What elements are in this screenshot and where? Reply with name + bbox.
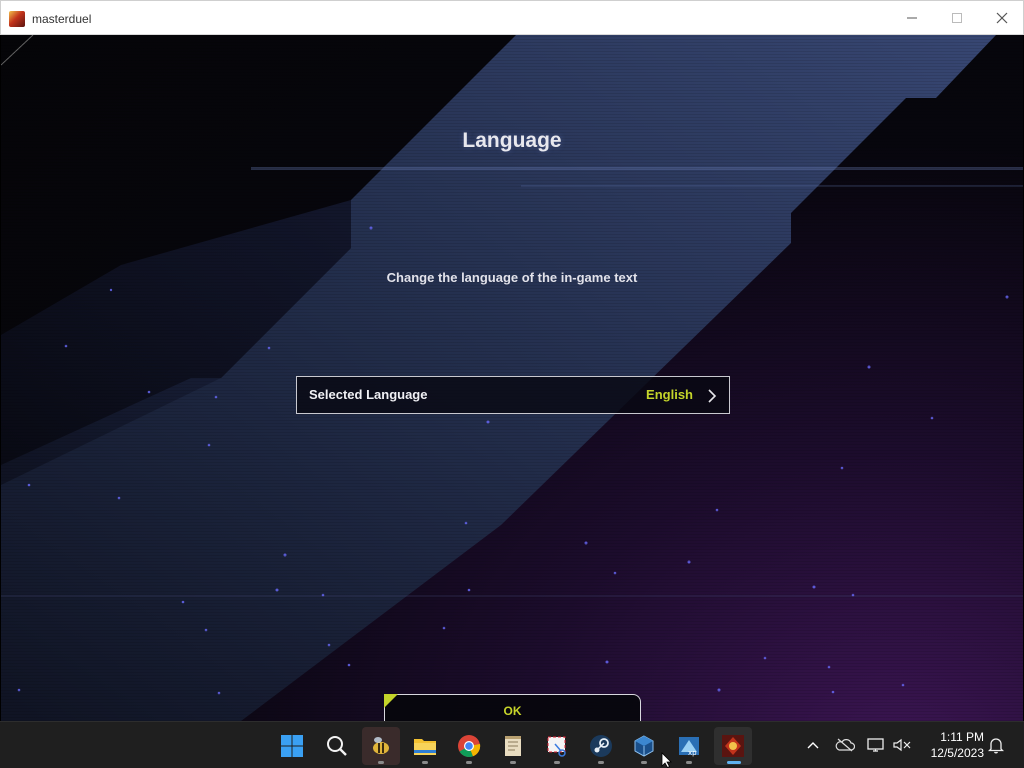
maximize-button[interactable] — [934, 1, 980, 35]
volume-muted-icon — [893, 738, 911, 752]
tray-overflow-button[interactable] — [802, 734, 824, 756]
mouse-cursor-icon — [661, 752, 672, 768]
game-viewport: Language Change the language of the in-g… — [1, 35, 1023, 721]
running-indicator — [422, 761, 428, 764]
taskbar-search-button[interactable] — [318, 727, 356, 765]
taskbar-app-masterduel[interactable] — [714, 727, 752, 765]
search-icon — [327, 736, 347, 756]
ok-button-label: OK — [503, 704, 522, 718]
chevron-right-icon — [708, 389, 717, 403]
close-button[interactable] — [979, 1, 1024, 35]
taskbar: xp 1:11 PM 12/5/2023 — [0, 721, 1024, 768]
notification-button[interactable] — [985, 734, 1007, 756]
selected-language-setting[interactable]: Selected Language English — [296, 376, 730, 414]
taskbar-app-file-explorer[interactable] — [406, 727, 444, 765]
running-indicator — [466, 761, 472, 764]
minimize-button[interactable] — [889, 1, 935, 35]
window-titlebar[interactable]: masterduel — [0, 0, 1024, 35]
taskbar-app-chrome[interactable] — [450, 727, 488, 765]
running-indicator — [641, 761, 647, 764]
setting-value: English — [646, 387, 693, 402]
taskbar-app-notepad[interactable] — [494, 727, 532, 765]
tray-network[interactable] — [865, 734, 887, 756]
taskbar-app-bee[interactable] — [362, 727, 400, 765]
running-indicator — [598, 761, 604, 764]
taskbar-app-snipping-tool[interactable] — [538, 727, 576, 765]
bell-icon — [988, 738, 1004, 754]
maximize-icon — [952, 13, 962, 23]
running-indicator — [510, 761, 516, 764]
snipping-tool-icon — [547, 736, 566, 757]
running-indicator — [554, 761, 560, 764]
bee-icon — [373, 737, 389, 754]
ok-button[interactable]: OK — [384, 694, 641, 721]
network-icon — [867, 738, 884, 752]
folder-icon — [414, 739, 436, 755]
steam-icon — [590, 735, 612, 757]
start-button[interactable] — [273, 727, 311, 765]
masterduel-app-icon — [9, 11, 25, 27]
page-description: Change the language of the in-game text — [386, 270, 638, 285]
active-indicator — [727, 761, 741, 764]
clock-date: 12/5/2023 — [930, 746, 984, 760]
window-title: masterduel — [32, 12, 92, 26]
taskbar-app-virtualbox[interactable] — [625, 727, 663, 765]
tray-volume[interactable] — [891, 734, 913, 756]
windows-start-icon — [281, 735, 303, 757]
clock-time: 1:11 PM — [940, 730, 984, 744]
masterduel-icon — [722, 735, 744, 757]
onedrive-offline-icon — [835, 738, 855, 752]
taskbar-app-xp[interactable]: xp — [670, 727, 708, 765]
setting-label: Selected Language — [309, 387, 428, 402]
taskbar-app-steam[interactable] — [582, 727, 620, 765]
close-icon — [996, 12, 1008, 24]
taskbar-clock[interactable]: 1:11 PM 12/5/2023 — [918, 729, 984, 761]
svg-text:xp: xp — [688, 749, 697, 757]
chrome-icon — [458, 735, 481, 758]
running-indicator — [686, 761, 692, 764]
page-title: Language — [462, 129, 562, 152]
xp-icon: xp — [679, 737, 699, 757]
running-indicator — [378, 761, 384, 764]
tray-onedrive[interactable] — [834, 734, 856, 756]
chevron-up-icon — [807, 742, 819, 749]
minimize-icon — [907, 17, 917, 19]
notepad-icon — [505, 736, 521, 756]
virtualbox-icon — [634, 735, 654, 757]
